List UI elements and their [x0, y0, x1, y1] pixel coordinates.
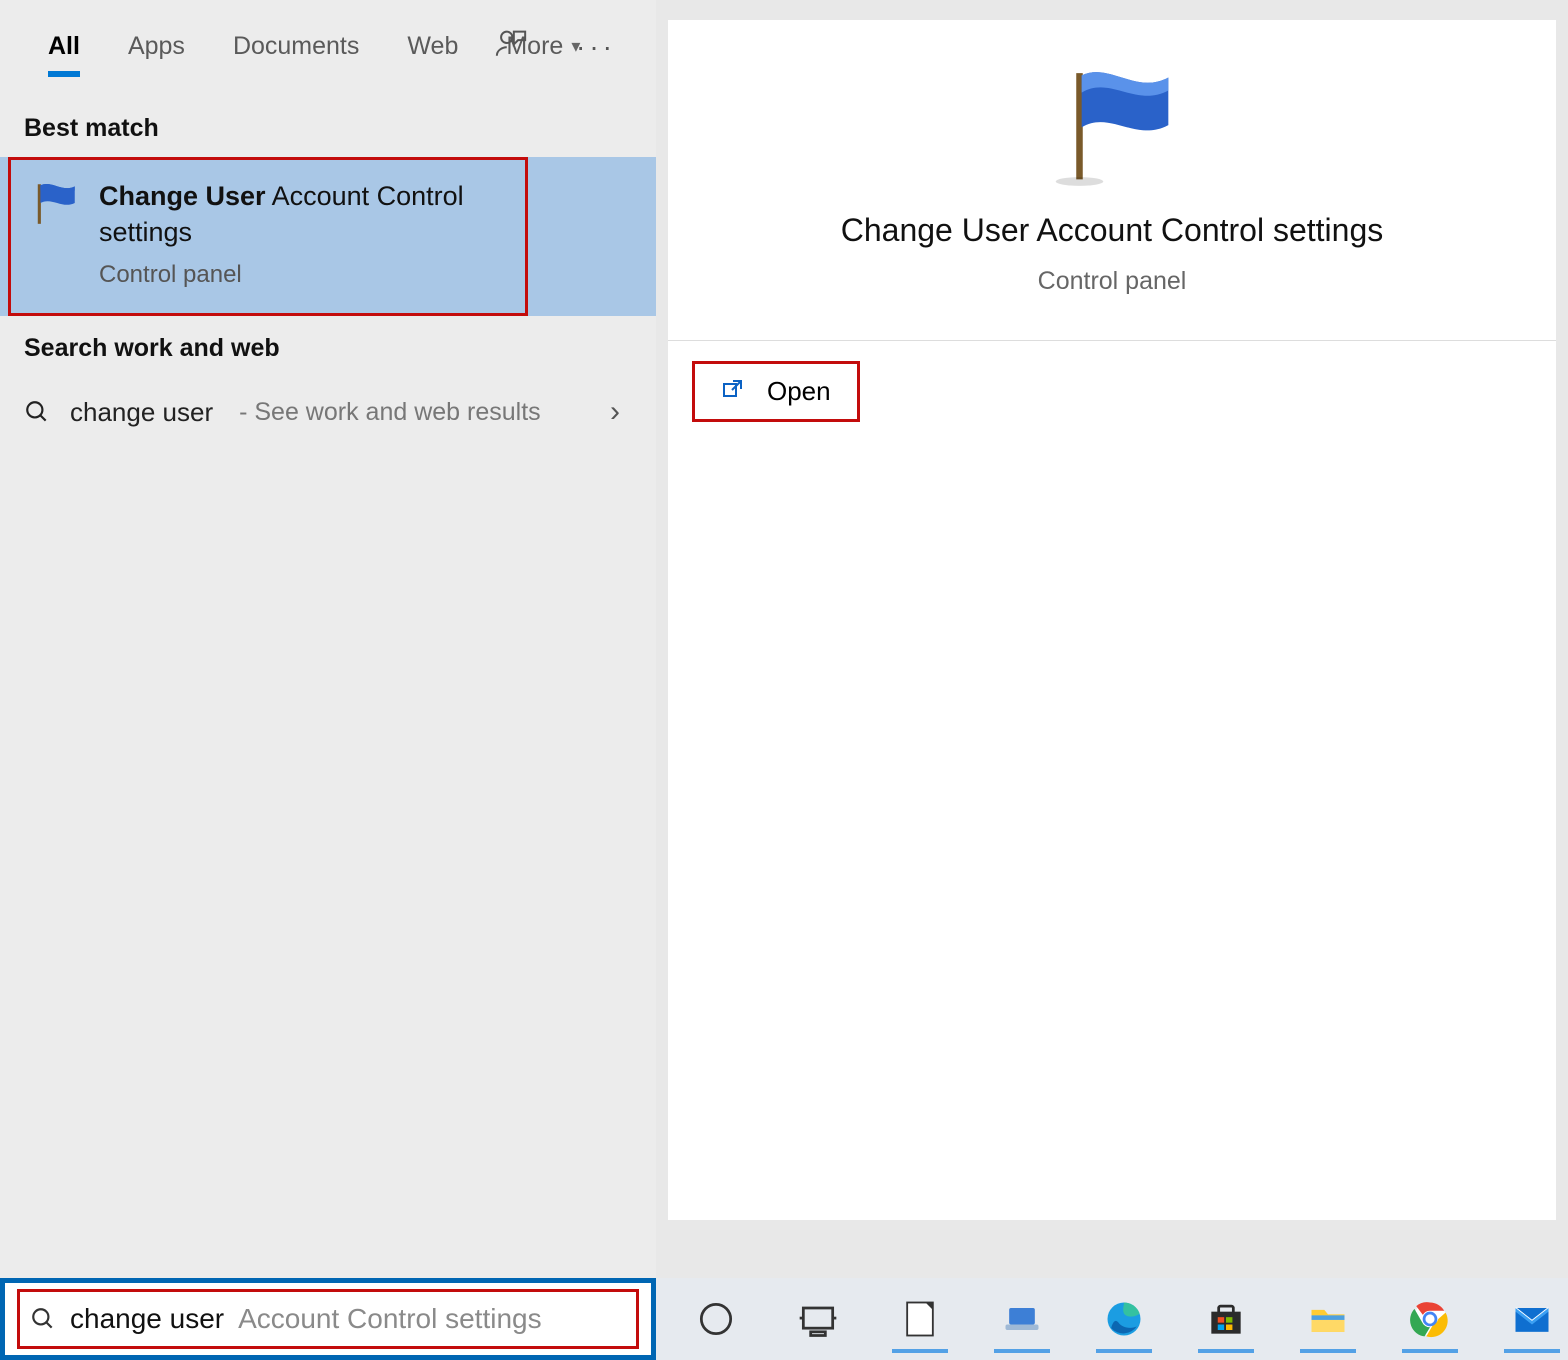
flag-icon	[31, 178, 81, 228]
web-result-hint: - See work and web results	[239, 398, 541, 427]
search-web-heading: Search work and web	[0, 316, 656, 377]
more-options-icon[interactable]: ···	[576, 31, 616, 63]
tab-apps[interactable]: Apps	[104, 18, 209, 79]
taskbar-microsoft-store[interactable]	[1192, 1285, 1260, 1353]
search-typed-text: change user	[70, 1303, 224, 1335]
preview-subtitle: Control panel	[668, 267, 1556, 296]
taskbar	[656, 1278, 1568, 1360]
search-icon	[30, 1306, 56, 1332]
web-result-query: change user	[70, 397, 213, 428]
chevron-right-icon: ›	[610, 395, 620, 429]
best-match-title: Change User Account Control settings	[99, 178, 505, 251]
preview-title: Change User Account Control settings	[668, 206, 1556, 255]
taskbar-edge[interactable]	[1090, 1285, 1158, 1353]
open-external-icon	[721, 377, 745, 407]
tab-web[interactable]: Web	[383, 18, 482, 79]
taskbar-file-explorer[interactable]	[1294, 1285, 1362, 1353]
best-match-result[interactable]: Change User Account Control settings Con…	[8, 157, 528, 316]
taskbar-laptop-app[interactable]	[988, 1285, 1056, 1353]
tab-documents[interactable]: Documents	[209, 18, 383, 79]
tab-all[interactable]: All	[24, 18, 104, 79]
windows-search-box[interactable]: change user Account Control settings	[0, 1278, 656, 1360]
taskbar-task-view[interactable]	[784, 1285, 852, 1353]
taskbar-chrome[interactable]	[1396, 1285, 1464, 1353]
search-icon	[24, 399, 50, 425]
taskbar-libreoffice[interactable]	[886, 1285, 954, 1353]
search-autocomplete-ghost: Account Control settings	[238, 1303, 542, 1335]
web-result-row[interactable]: change user - See work and web results ›	[0, 377, 656, 448]
search-filter-tabs: All Apps Documents Web More ▾ ···	[0, 0, 656, 96]
preview-large-icon	[668, 38, 1556, 206]
best-match-heading: Best match	[0, 96, 656, 157]
feedback-icon[interactable]	[494, 26, 528, 67]
open-button[interactable]: Open	[692, 361, 860, 422]
taskbar-cortana[interactable]	[682, 1285, 750, 1353]
taskbar-mail[interactable]	[1498, 1285, 1566, 1353]
open-button-label: Open	[767, 376, 831, 407]
best-match-subtitle: Control panel	[99, 261, 505, 289]
